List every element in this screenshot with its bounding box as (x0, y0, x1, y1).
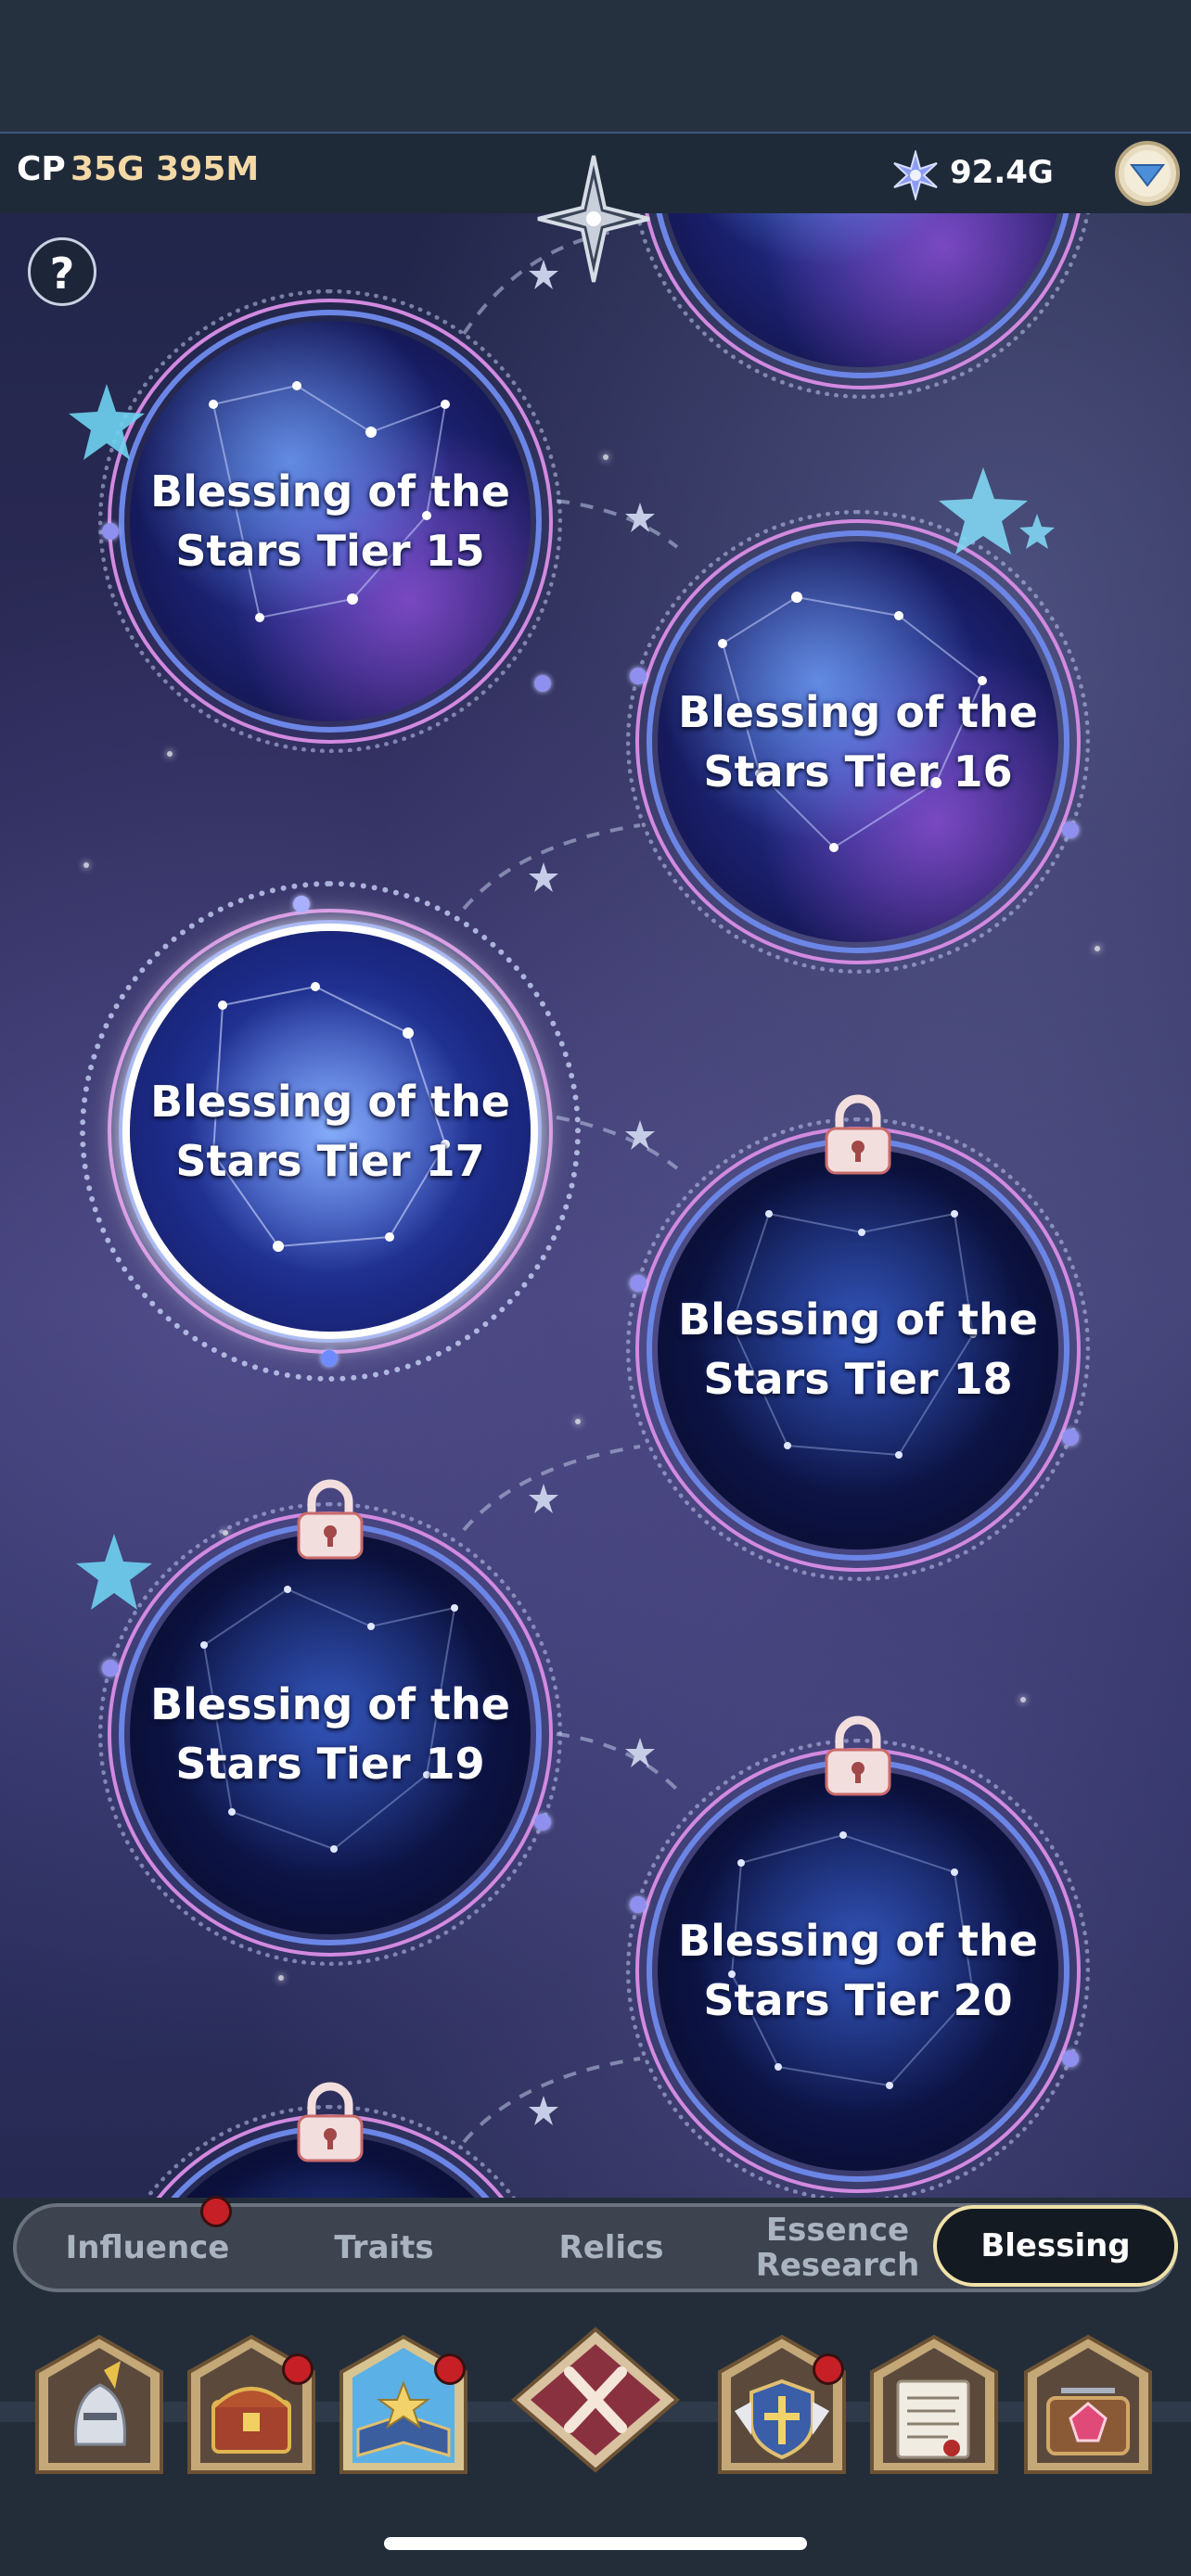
home-indicator (384, 2537, 807, 2550)
tab-relics-label: Relics (558, 2229, 664, 2266)
cp-label: CP (17, 150, 66, 188)
lock-icon (297, 2082, 364, 2162)
blessing-node-tier-16[interactable]: Blessing of the Stars Tier 16 (626, 510, 1090, 974)
blessing-path-scene[interactable]: Blessing of the Stars Tier 15 Blessing of… (0, 213, 1191, 2198)
gem-value: 92.4G (950, 154, 1054, 191)
gem-box-icon[interactable] (1020, 2333, 1156, 2474)
tab-traits[interactable]: Traits (273, 2207, 495, 2289)
shooting-star-icon (76, 1534, 152, 1610)
blessing-node-tier-19[interactable]: Blessing of the Stars Tier 19 (98, 1479, 562, 1966)
blessing-node-tier-21-partial[interactable] (98, 2082, 562, 2198)
help-button[interactable]: ? (28, 237, 96, 306)
lock-icon (297, 1479, 364, 1560)
tab-influence-label: Influence (65, 2229, 230, 2266)
shooting-star-icon (69, 384, 145, 460)
tab-essence-research[interactable]: Essence Research (727, 2207, 948, 2289)
tier-title-line2: Stars Tier 16 (703, 746, 1013, 797)
tab-blessing-label: Blessing (980, 2227, 1131, 2264)
tier-title-line1: Blessing of the (150, 466, 510, 516)
tier-title-line2: Stars Tier 18 (703, 1354, 1013, 1404)
tier-title-line2: Stars Tier 17 (175, 1136, 485, 1186)
lock-icon (825, 1715, 891, 1796)
tier-title-line1: Blessing of the (678, 1294, 1038, 1345)
blessing-node-tier-20[interactable]: Blessing of the Stars Tier 20 (626, 1715, 1090, 2198)
blessing-node-tier-14-partial[interactable] (631, 213, 1095, 399)
notification-badge (200, 2196, 232, 2227)
star-crystal-icon (890, 148, 941, 202)
tier-title-line2: Stars Tier 19 (175, 1739, 485, 1789)
lock-icon (825, 1094, 891, 1175)
chevron-down-icon[interactable] (1113, 139, 1182, 208)
blessing-node-tier-17[interactable]: Blessing of the Stars Tier 17 (80, 881, 581, 1382)
tab-essence-label-line1: Essence (765, 2212, 910, 2249)
tier-title-line1: Blessing of the (150, 1679, 510, 1729)
notification-badge (434, 2353, 466, 2385)
notification-badge (813, 2353, 844, 2385)
blessing-node-tier-15[interactable]: Blessing of the Stars Tier 15 (98, 289, 562, 753)
tab-influence[interactable]: Influence (22, 2207, 273, 2289)
notification-badge (282, 2353, 314, 2385)
blessing-node-tier-18[interactable]: Blessing of the Stars Tier 18 (626, 1094, 1090, 1581)
tab-bar: Influence Traits Relics Essence Research… (13, 2196, 1178, 2292)
tier-title-line2: Stars Tier 20 (703, 1975, 1013, 2025)
tab-traits-label: Traits (334, 2229, 434, 2266)
tier-title-line1: Blessing of the (678, 1916, 1038, 1966)
close-x-icon[interactable] (510, 2326, 681, 2474)
compass-star-icon (537, 155, 650, 283)
tab-blessing[interactable]: Blessing (933, 2205, 1178, 2287)
tier-title-line1: Blessing of the (678, 687, 1038, 737)
scroll-quest-icon[interactable] (866, 2333, 1002, 2474)
tab-essence-label-line2: Research (755, 2247, 920, 2284)
cp-value: 35G 395M (70, 150, 260, 188)
status-bar (0, 0, 1191, 132)
shooting-star-icon (939, 467, 1055, 555)
tier-title-line1: Blessing of the (150, 1077, 510, 1127)
tab-relics[interactable]: Relics (495, 2207, 727, 2289)
tier-title-line2: Stars Tier 15 (175, 526, 485, 576)
knight-helmet-icon[interactable] (32, 2333, 167, 2474)
